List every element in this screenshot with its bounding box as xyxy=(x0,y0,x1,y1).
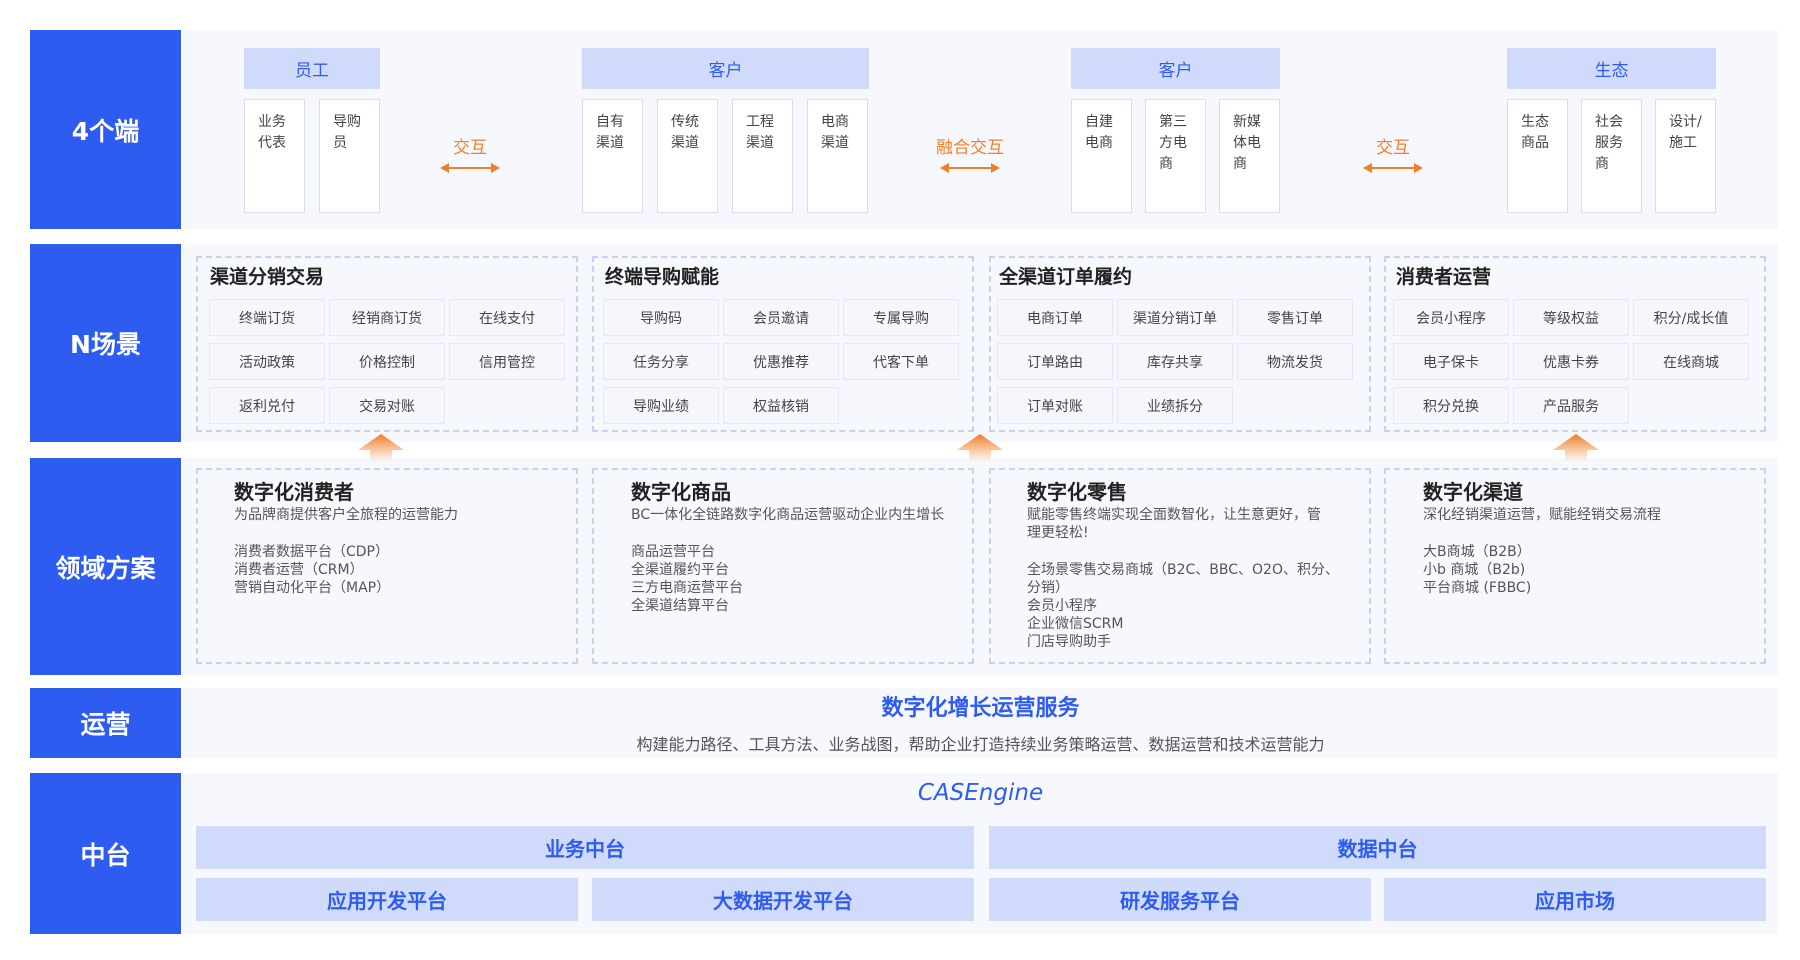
scene-item: 订单对账 xyxy=(997,387,1113,424)
scene-item: 优惠卡券 xyxy=(1513,343,1629,380)
terminal-group-employee: 员工 xyxy=(244,48,380,89)
terminal-group-ecosystem: 生态 xyxy=(1507,48,1716,89)
scene-item: 权益核销 xyxy=(723,387,839,424)
terminal-card: 生态 商品 xyxy=(1507,99,1568,213)
ops-description: 构建能力路径、工具方法、业务战图，帮助企业打造持续业务策略运营、数据运营和技术运… xyxy=(636,735,1325,754)
scene-item: 导购业绩 xyxy=(603,387,719,424)
interaction-label: 融合交互 xyxy=(936,138,1004,158)
scene-item: 业绩拆分 xyxy=(1117,387,1233,424)
terminal-card: 导购员 xyxy=(319,99,380,213)
scene-item: 零售订单 xyxy=(1237,299,1353,336)
double-arrow-icon xyxy=(940,163,1000,173)
scene-item: 任务分享 xyxy=(603,343,719,380)
scene-item: 订单路由 xyxy=(997,343,1113,380)
data-middle-platform: 数据中台 xyxy=(989,826,1766,869)
scene-item: 信用管控 xyxy=(449,343,565,380)
scene-item: 会员小程序 xyxy=(1393,299,1509,336)
engine-title: CASEngine xyxy=(917,780,1044,806)
domain-title: 数字化零售 xyxy=(1027,480,1127,504)
platform-module: 研发服务平台 xyxy=(989,878,1371,921)
domain-title: 数字化商品 xyxy=(631,480,731,504)
scene-item: 导购码 xyxy=(603,299,719,336)
domain-desc: BC一体化全链路数字化商品运营驱动企业内生增长 xyxy=(631,507,945,523)
scene-item: 专属导购 xyxy=(843,299,959,336)
domain-item-list: 全场景零售交易商城（B2C、BBC、O2O、积分、 分销） 会员小程序 企业微信SCR… xyxy=(1027,562,1339,650)
domain-desc: 为品牌商提供客户全旅程的运营能力 xyxy=(234,507,458,523)
row-label-terminals: 4个端 xyxy=(30,30,181,229)
scene-title: 终端导购赋能 xyxy=(605,266,720,288)
interaction-label: 交互 xyxy=(453,138,487,158)
scene-item: 价格控制 xyxy=(329,343,445,380)
domain-title: 数字化渠道 xyxy=(1423,480,1523,504)
platform-module: 应用市场 xyxy=(1384,878,1766,921)
scene-item: 电商订单 xyxy=(997,299,1113,336)
platform-module: 大数据开发平台 xyxy=(592,878,974,921)
scene-item: 活动政策 xyxy=(209,343,325,380)
scene-item: 积分兑换 xyxy=(1393,387,1509,424)
row-label-domain: 领域方案 xyxy=(30,458,181,675)
domain-item-list: 大B商城（B2B） 小b 商城（B2b) 平台商城 (FBBC) xyxy=(1423,544,1532,596)
scene-item: 等级权益 xyxy=(1513,299,1629,336)
scene-item: 在线支付 xyxy=(449,299,565,336)
domain-desc: 深化经销渠道运营，赋能经销交易流程 xyxy=(1423,507,1661,523)
scene-item: 库存共享 xyxy=(1117,343,1233,380)
up-arrow-icon xyxy=(358,434,404,462)
scene-item: 返利兑付 xyxy=(209,387,325,424)
scene-item: 交易对账 xyxy=(329,387,445,424)
platform-module: 应用开发平台 xyxy=(196,878,578,921)
scene-item: 电子保卡 xyxy=(1393,343,1509,380)
terminal-card: 新媒 体电商 xyxy=(1219,99,1280,213)
terminal-card: 第三 方电商 xyxy=(1145,99,1206,213)
terminal-card: 设计/施工 xyxy=(1655,99,1716,213)
terminal-card: 自建 电商 xyxy=(1071,99,1132,213)
domain-desc: 赋能零售终端实现全面数智化，让生意更好，管 理更轻松! xyxy=(1027,507,1321,541)
scene-item: 代客下单 xyxy=(843,343,959,380)
double-arrow-icon xyxy=(1363,163,1423,173)
terminal-card: 业务 代表 xyxy=(244,99,305,213)
terminal-card: 工程 渠道 xyxy=(732,99,793,213)
up-arrow-icon xyxy=(957,434,1003,462)
scene-title: 全渠道订单履约 xyxy=(999,266,1133,288)
scene-item: 产品服务 xyxy=(1513,387,1629,424)
scene-item: 积分/成长值 xyxy=(1633,299,1749,336)
row-label-platform: 中台 xyxy=(30,773,181,934)
double-arrow-icon xyxy=(440,163,500,173)
domain-item-list: 商品运营平台 全渠道履约平台 三方电商运营平台 全渠道结算平台 xyxy=(631,544,743,614)
scene-item: 经销商订货 xyxy=(329,299,445,336)
terminal-group-customer-2: 客户 xyxy=(1071,48,1280,89)
terminal-group-customer: 客户 xyxy=(582,48,869,89)
row-label-scenes: N场景 xyxy=(30,244,181,442)
up-arrow-icon xyxy=(1553,434,1599,462)
domain-item-list: 消费者数据平台（CDP） 消费者运营（CRM） 营销自动化平台（MAP） xyxy=(234,544,391,596)
scene-item: 优惠推荐 xyxy=(723,343,839,380)
terminal-card: 电商 渠道 xyxy=(807,99,868,213)
row-label-ops: 运营 xyxy=(30,688,181,758)
scene-title: 渠道分销交易 xyxy=(210,266,325,288)
scene-item: 渠道分销订单 xyxy=(1117,299,1233,336)
business-middle-platform: 业务中台 xyxy=(196,826,974,869)
terminal-card: 自有 渠道 xyxy=(582,99,643,213)
terminal-card: 传统 渠道 xyxy=(657,99,718,213)
scene-item: 物流发货 xyxy=(1237,343,1353,380)
ops-title: 数字化增长运营服务 xyxy=(881,696,1080,721)
domain-title: 数字化消费者 xyxy=(234,480,354,504)
interaction-label: 交互 xyxy=(1376,138,1410,158)
terminal-card: 社会 服务商 xyxy=(1581,99,1642,213)
scene-item: 在线商城 xyxy=(1633,343,1749,380)
scene-title: 消费者运营 xyxy=(1396,266,1492,288)
scene-item: 终端订货 xyxy=(209,299,325,336)
scene-item: 会员邀请 xyxy=(723,299,839,336)
